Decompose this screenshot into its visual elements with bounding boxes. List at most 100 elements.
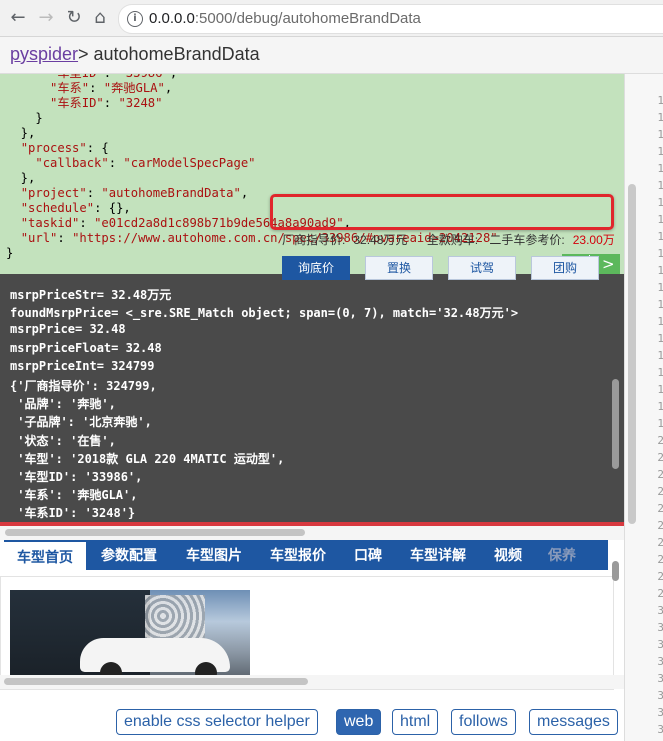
autohome-tab-3[interactable]: 车型报价	[256, 540, 340, 570]
ask-price-button[interactable]: 询底价	[282, 256, 350, 280]
line-number: 1	[657, 298, 663, 311]
line-number: 3	[657, 706, 663, 719]
line-number: 3	[657, 638, 663, 651]
url-text[interactable]: 0.0.0.0:5000/debug/autohomeBrandData	[149, 10, 421, 27]
console-line: '车型': '2018款 GLA 220 4MATIC 运动型',	[10, 451, 285, 466]
preview-scroll-thumb[interactable]	[612, 561, 619, 581]
line-number: 1	[657, 417, 663, 430]
console-scrollbar[interactable]	[612, 284, 620, 509]
price-line: 厂商指导价: 32.48万元 全款购车: 二手车参考价: 23.00万	[282, 231, 624, 248]
css-selector-helper-button[interactable]: enable css selector helper	[116, 709, 318, 735]
task-json-line: },	[6, 126, 36, 140]
autohome-tab-0[interactable]: 车型首页	[4, 540, 86, 570]
task-json-line: "process": {	[20, 141, 109, 155]
preview-hscroll-thumb[interactable]	[4, 678, 308, 685]
line-number: 2	[657, 587, 663, 600]
url-host: 0.0.0.0	[149, 10, 195, 27]
line-number: 3	[657, 689, 663, 702]
debug-left-panel: "车型ID": "33986", "车系": "奔驰GLA", "车系ID": …	[0, 74, 624, 741]
next-task-button[interactable]: >	[602, 254, 615, 274]
task-json-line: "callback": "carModelSpecPage"	[35, 156, 256, 170]
line-number: 1	[657, 264, 663, 277]
line-number: 1	[657, 230, 663, 243]
console-line: msrpPriceFloat= 32.48	[10, 340, 162, 355]
messages-tab-button[interactable]: messages	[529, 709, 618, 735]
console-line: '子品牌': '北京奔驰',	[10, 415, 152, 430]
console-line: '状态': '在售',	[10, 433, 116, 448]
console-line: msrpPriceStr= 32.48万元	[10, 288, 172, 302]
selected-element-highlight[interactable]	[270, 194, 614, 230]
preview-hscrollbar[interactable]	[0, 675, 624, 689]
line-number: 2	[657, 570, 663, 583]
console-line: msrpPriceInt= 324799	[10, 358, 155, 373]
line-number-gutter: 1 1 1 1 1 1 1 1 1 1 1 1 1 1 1 1 1 1 1 1 2 2 2 2 2 2 2 2 2 2 3 3 3 3 3 3 3 3	[639, 74, 663, 741]
used-price-label: 二手车参考价:	[489, 233, 565, 247]
preview-scrollbar[interactable]	[612, 551, 620, 671]
line-number: 2	[657, 553, 663, 566]
editor-scrollbar[interactable]	[628, 184, 636, 524]
reload-icon[interactable]: ↻	[62, 6, 86, 30]
forward-icon[interactable]: →	[34, 6, 58, 30]
line-number: 3	[657, 621, 663, 634]
address-bar[interactable]: i 0.0.0.0:5000/debug/autohomeBrandData	[118, 4, 663, 34]
line-number: 1	[657, 400, 663, 413]
task-json-line: "车系": "奔驰GLA",	[50, 81, 173, 95]
autohome-tab-5[interactable]: 车型详解	[396, 540, 480, 570]
line-number: 1	[657, 196, 663, 209]
line-number: 1	[657, 162, 663, 175]
console-hscroll-thumb[interactable]	[5, 529, 305, 536]
autohome-tab-2[interactable]: 车型图片	[172, 540, 256, 570]
url-path: :5000/debug/autohomeBrandData	[194, 10, 421, 27]
test-drive-button[interactable]: 试驾	[448, 256, 516, 280]
line-number: 2	[657, 468, 663, 481]
task-json-line: "车型ID": "33986",	[6, 74, 498, 81]
line-number: 1	[657, 366, 663, 379]
html-tab-button[interactable]: html	[392, 709, 439, 735]
code-editor-panel[interactable]: 1 1 1 1 1 1 1 1 1 1 1 1 1 1 1 1 1 1 1 1 2 2 2 2 2 2 2 2 2 2 3 3 3 3 3 3 3 3	[624, 74, 663, 741]
line-number: 2	[657, 485, 663, 498]
follows-tab-button[interactable]: follows	[451, 709, 516, 735]
line-number: 2	[657, 536, 663, 549]
line-number: 1	[657, 332, 663, 345]
back-icon[interactable]: ←	[6, 6, 30, 30]
line-number: 1	[657, 383, 663, 396]
pyspider-home-link[interactable]: pyspider	[10, 44, 78, 65]
used-price-value: 23.00万	[572, 233, 615, 247]
console-line: {'厂商指导价': 324799,	[10, 379, 157, 393]
console-scroll-thumb[interactable]	[612, 379, 619, 469]
home-icon[interactable]: ⌂	[88, 6, 112, 30]
console-hscrollbar[interactable]	[0, 526, 624, 540]
autohome-tab-6[interactable]: 视频	[480, 540, 536, 570]
msrp-value: 32.48万元	[353, 233, 408, 247]
line-number: 1	[657, 281, 663, 294]
msrp-label: 厂商指导价:	[282, 233, 346, 247]
line-number: 1	[657, 179, 663, 192]
line-number: 3	[657, 655, 663, 668]
console-output: msrpPriceStr= 32.48万元 foundMsrpPrice= <_s…	[0, 274, 624, 526]
web-tab-button[interactable]: web	[336, 709, 382, 735]
line-number: 1	[657, 128, 663, 141]
line-number: 1	[657, 349, 663, 362]
console-line: '品牌': '奔驰',	[10, 397, 116, 412]
console-line: '车系': '奔驰GLA',	[10, 488, 138, 503]
autohome-tab-7[interactable]: 保养	[536, 540, 588, 570]
line-number: 3	[657, 723, 663, 736]
autohome-tab-4[interactable]: 口碑	[340, 540, 396, 570]
line-number: 1	[657, 247, 663, 260]
line-number: 2	[657, 502, 663, 515]
line-number: 1	[657, 145, 663, 158]
line-number: 1	[657, 94, 663, 107]
info-icon[interactable]: i	[127, 11, 143, 27]
line-number: 3	[657, 672, 663, 685]
trade-in-button[interactable]: 置换	[365, 256, 433, 280]
line-number: 2	[657, 451, 663, 464]
console-line: foundMsrpPrice= <_sre.SRE_Match object; …	[10, 306, 519, 321]
car-photo	[10, 590, 250, 680]
full-price-label: 全款购车:	[426, 233, 479, 247]
group-buy-button[interactable]: 团购	[531, 256, 599, 280]
autohome-tab-1[interactable]: 参数配置	[86, 540, 172, 570]
browser-toolbar: ← → ↻ ⌂ i 0.0.0.0:5000/debug/autohomeBra…	[0, 0, 663, 37]
autohome-nav-tabs: 车型首页 参数配置 车型图片 车型报价 口碑 车型详解 视频 保养	[4, 540, 608, 570]
task-json-line: },	[6, 171, 36, 185]
task-json-line: }	[6, 111, 43, 125]
